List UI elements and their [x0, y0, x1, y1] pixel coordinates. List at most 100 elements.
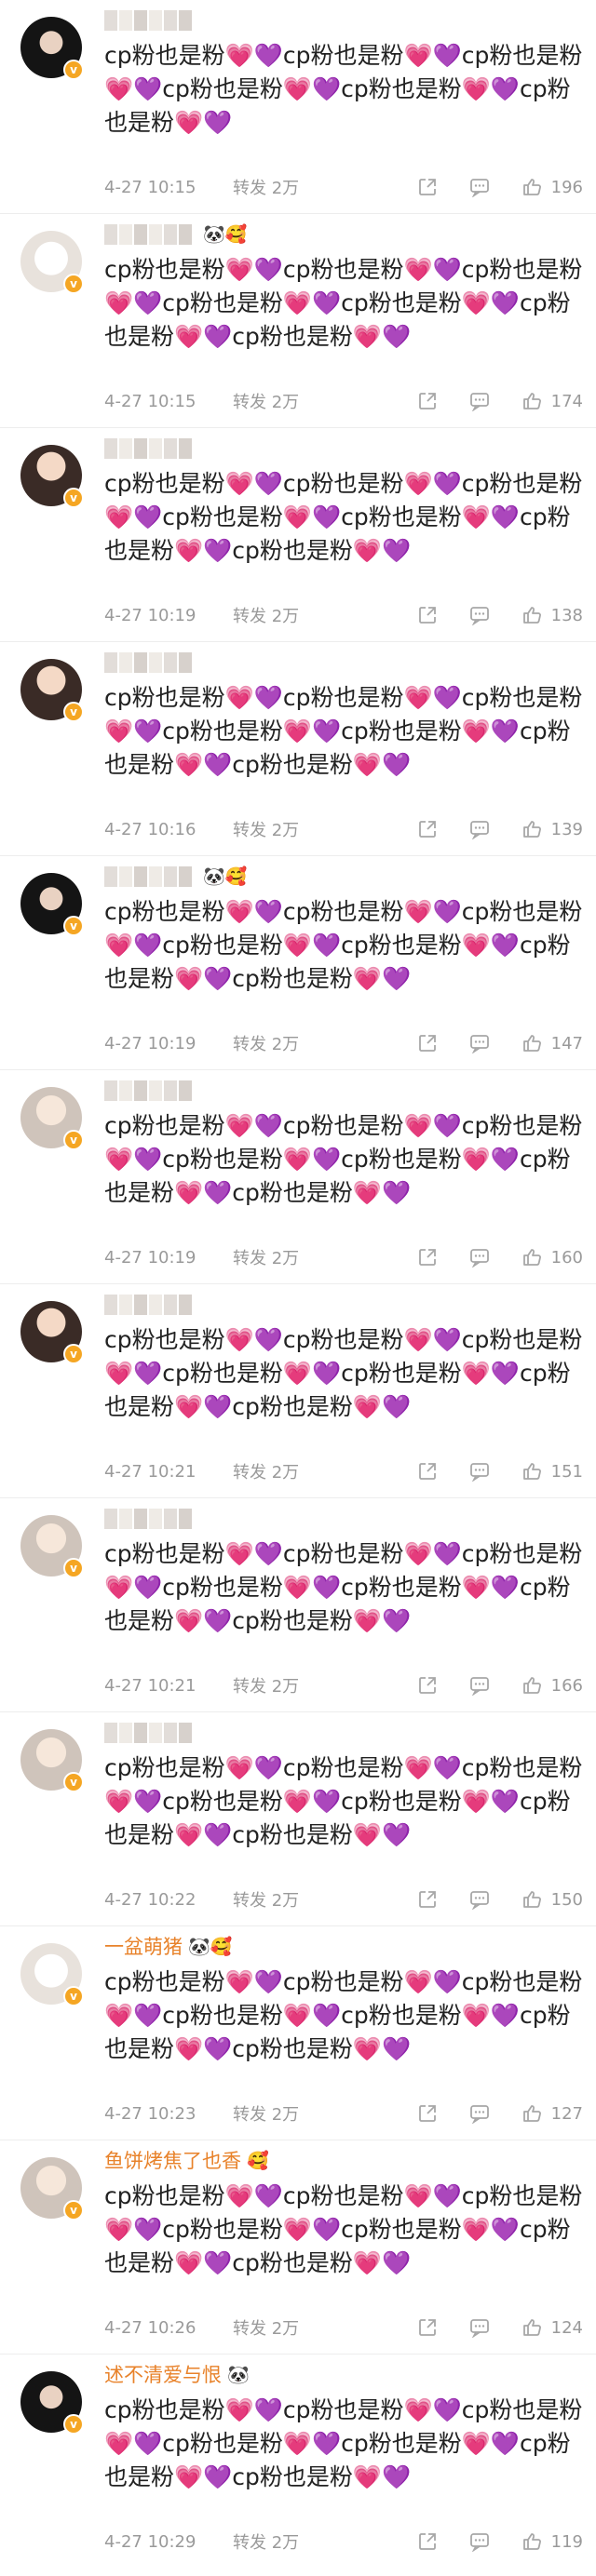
comment-icon[interactable] [467, 1673, 492, 1697]
name-row [104, 1712, 583, 1744]
share-icon[interactable] [415, 389, 440, 413]
thumbs-up-icon[interactable] [520, 175, 544, 199]
comment-text: cp粉也是粉💗💜cp粉也是粉💗💜cp粉也是粉💗💜cp粉也是粉💗💜cp粉也是粉💗💜… [104, 42, 583, 136]
avatar[interactable]: v [20, 231, 84, 294]
name-row [104, 0, 583, 32]
verified-badge-icon: v [63, 1130, 84, 1150]
share-icon[interactable] [415, 2315, 440, 2340]
emoji-emblems: 🥰 [247, 2151, 269, 2171]
like-count: 196 [550, 177, 583, 197]
comment-icon[interactable] [467, 175, 492, 199]
share-icon[interactable] [415, 1031, 440, 1055]
comment-icon[interactable] [467, 1245, 492, 1269]
blurred-username[interactable] [104, 652, 192, 673]
comment-meta: 4-27 10:21 转发 2万 151 [104, 1457, 583, 1485]
repost-count: 转发 2万 [233, 1463, 300, 1483]
comment-icon[interactable] [467, 817, 492, 841]
comment-meta: 4-27 10:15 转发 2万 196 [104, 173, 583, 201]
like-count: 150 [550, 1889, 583, 1910]
blurred-username[interactable] [104, 1295, 192, 1315]
avatar[interactable]: v [20, 1087, 84, 1150]
blurred-username[interactable] [104, 1509, 192, 1529]
verified-badge-icon: v [63, 916, 84, 936]
name-row [104, 1284, 583, 1316]
comment-icon[interactable] [467, 603, 492, 627]
comment-text: cp粉也是粉💗💜cp粉也是粉💗💜cp粉也是粉💗💜cp粉也是粉💗💜cp粉也是粉💗💜… [104, 470, 583, 564]
comment-item: v cp粉也是粉💗💜cp粉也是粉💗💜cp粉也是粉💗💜cp粉也是粉💗💜cp粉也是粉… [0, 1284, 596, 1498]
thumbs-up-icon[interactable] [520, 2529, 544, 2554]
comment-icon[interactable] [467, 389, 492, 413]
avatar[interactable]: v [20, 17, 84, 80]
share-icon[interactable] [415, 1459, 440, 1483]
share-icon[interactable] [415, 1673, 440, 1697]
comment-text: cp粉也是粉💗💜cp粉也是粉💗💜cp粉也是粉💗💜cp粉也是粉💗💜cp粉也是粉💗💜… [104, 2396, 583, 2490]
comment-icon[interactable] [467, 2529, 492, 2554]
avatar[interactable]: v [20, 2371, 84, 2435]
comment-item: v 一盆萌猪 🐼🥰 cp粉也是粉💗💜cp粉也是粉💗💜cp粉也是粉💗💜cp粉也是粉… [0, 1926, 596, 2140]
comment-item: v cp粉也是粉💗💜cp粉也是粉💗💜cp粉也是粉💗💜cp粉也是粉💗💜cp粉也是粉… [0, 1712, 596, 1926]
comment-time: 4-27 10:15 [104, 177, 196, 197]
thumbs-up-icon[interactable] [520, 817, 544, 841]
emoji-emblems: 🐼🥰 [188, 1937, 233, 1957]
blurred-username[interactable] [104, 866, 192, 887]
thumbs-up-icon[interactable] [520, 2315, 544, 2340]
share-icon[interactable] [415, 603, 440, 627]
blurred-username[interactable] [104, 224, 192, 245]
thumbs-up-icon[interactable] [520, 603, 544, 627]
share-icon[interactable] [415, 1887, 440, 1912]
share-icon[interactable] [415, 175, 440, 199]
blurred-username[interactable] [104, 438, 192, 459]
comment-time: 4-27 10:21 [104, 1461, 196, 1482]
verified-badge-icon: v [63, 60, 84, 80]
verified-badge-icon: v [63, 2200, 84, 2220]
username[interactable]: 鱼饼烤焦了也香 [104, 2150, 241, 2172]
blurred-username[interactable] [104, 10, 192, 31]
like-count: 124 [550, 2317, 583, 2338]
thumbs-up-icon[interactable] [520, 1031, 544, 1055]
comment-icon[interactable] [467, 1887, 492, 1912]
share-icon[interactable] [415, 2529, 440, 2554]
repost-count: 转发 2万 [233, 1677, 300, 1697]
comment-time: 4-27 10:29 [104, 2531, 196, 2552]
comment-item: v 述不清爱与恨 🐼 cp粉也是粉💗💜cp粉也是粉💗💜cp粉也是粉💗💜cp粉也是… [0, 2355, 596, 2576]
like-count: 139 [550, 819, 583, 839]
thumbs-up-icon[interactable] [520, 1245, 544, 1269]
comment-icon[interactable] [467, 1459, 492, 1483]
username[interactable]: 述不清爱与恨 [104, 2364, 222, 2386]
repost-count: 转发 2万 [233, 2105, 300, 2125]
comment-text: cp粉也是粉💗💜cp粉也是粉💗💜cp粉也是粉💗💜cp粉也是粉💗💜cp粉也是粉💗💜… [104, 1540, 583, 1634]
comment-icon[interactable] [467, 2315, 492, 2340]
thumbs-up-icon[interactable] [520, 389, 544, 413]
avatar[interactable]: v [20, 2157, 84, 2220]
thumbs-up-icon[interactable] [520, 1673, 544, 1697]
avatar[interactable]: v [20, 1301, 84, 1364]
share-icon[interactable] [415, 1245, 440, 1269]
avatar[interactable]: v [20, 1943, 84, 2006]
comment-icon[interactable] [467, 2101, 492, 2126]
verified-badge-icon: v [63, 1558, 84, 1578]
comment-icon[interactable] [467, 1031, 492, 1055]
comment-item: v cp粉也是粉💗💜cp粉也是粉💗💜cp粉也是粉💗💜cp粉也是粉💗💜cp粉也是粉… [0, 0, 596, 214]
avatar[interactable]: v [20, 445, 84, 508]
like-count: 151 [550, 1461, 583, 1482]
comment-item: v 🐼🥰 cp粉也是粉💗💜cp粉也是粉💗💜cp粉也是粉💗💜cp粉也是粉💗💜cp粉… [0, 856, 596, 1070]
avatar[interactable]: v [20, 1729, 84, 1792]
comment-text: cp粉也是粉💗💜cp粉也是粉💗💜cp粉也是粉💗💜cp粉也是粉💗💜cp粉也是粉💗💜… [104, 684, 583, 778]
username[interactable]: 一盆萌猪 [104, 1936, 183, 1958]
name-row [104, 642, 583, 674]
comment-text: cp粉也是粉💗💜cp粉也是粉💗💜cp粉也是粉💗💜cp粉也是粉💗💜cp粉也是粉💗💜… [104, 1754, 583, 1848]
comment-meta: 4-27 10:16 转发 2万 139 [104, 815, 583, 843]
share-icon[interactable] [415, 817, 440, 841]
name-row: 🐼🥰 [104, 856, 583, 888]
repost-count: 转发 2万 [233, 2533, 300, 2553]
thumbs-up-icon[interactable] [520, 1459, 544, 1483]
blurred-username[interactable] [104, 1080, 192, 1101]
verified-badge-icon: v [63, 274, 84, 294]
blurred-username[interactable] [104, 1723, 192, 1743]
avatar[interactable]: v [20, 1515, 84, 1578]
avatar[interactable]: v [20, 873, 84, 936]
avatar[interactable]: v [20, 659, 84, 722]
thumbs-up-icon[interactable] [520, 2101, 544, 2126]
thumbs-up-icon[interactable] [520, 1887, 544, 1912]
share-icon[interactable] [415, 2101, 440, 2126]
